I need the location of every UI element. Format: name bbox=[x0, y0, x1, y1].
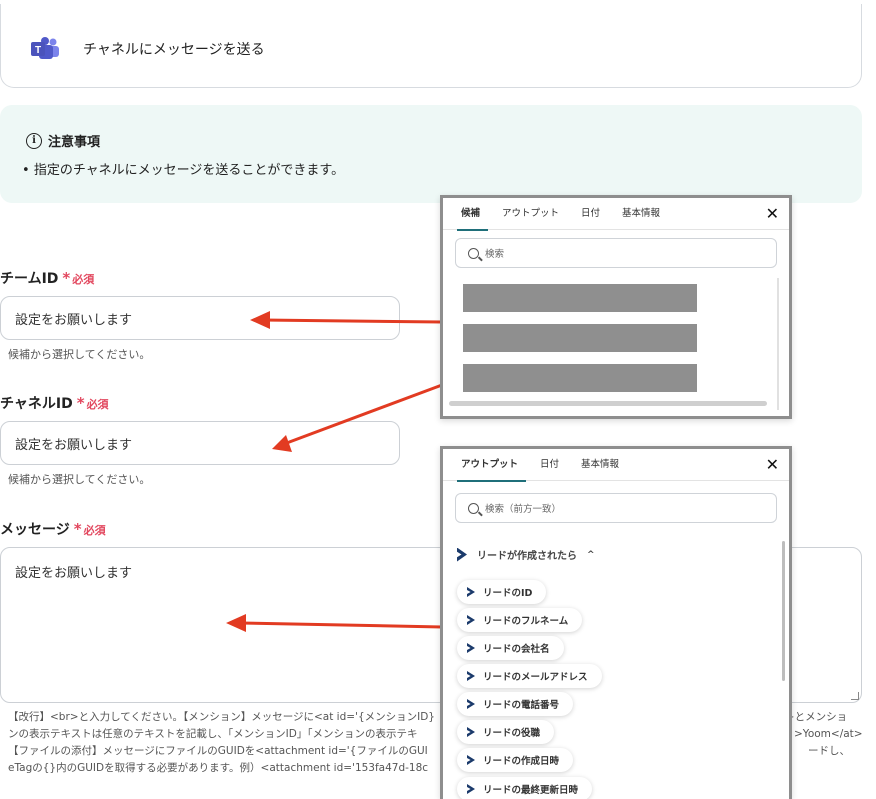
help-line-3: 【ファイルの添付】メッセージにファイルのGUIDを<attachment id=… bbox=[8, 745, 428, 757]
close-icon[interactable]: ✕ bbox=[766, 455, 779, 474]
horizontal-scrollbar[interactable] bbox=[449, 401, 767, 406]
notice-bullet-text: 指定のチャネルにメッセージを送ることができます。 bbox=[33, 163, 345, 178]
tab-date[interactable]: 日付 bbox=[581, 198, 600, 230]
search-input[interactable]: 検索（前方一致） bbox=[455, 493, 777, 523]
dynamics-icon bbox=[457, 547, 467, 562]
chevron-up-icon[interactable]: ^ bbox=[587, 550, 595, 560]
message-label-text: メッセージ bbox=[0, 522, 70, 538]
chip-label: リードの電話番号 bbox=[483, 700, 560, 711]
info-icon: i bbox=[26, 132, 42, 149]
team-id-help: 候補から選択してください。 bbox=[8, 348, 151, 361]
channel-id-input[interactable]: 設定をお願いします bbox=[0, 421, 400, 465]
close-icon[interactable]: ✕ bbox=[766, 204, 779, 223]
notice-title: 注意事項 bbox=[48, 135, 101, 150]
required-badge: 必須 bbox=[83, 524, 106, 537]
output-panel: アウトプット 日付 基本情報 ✕ 検索（前方一致） リードが作成されたら ^ リ… bbox=[440, 446, 792, 799]
chip-label: リードのID bbox=[483, 588, 533, 599]
vertical-scrollbar[interactable] bbox=[782, 541, 785, 681]
output-chip[interactable]: リードの役職 bbox=[457, 720, 555, 744]
chip-label: リードの役職 bbox=[483, 728, 541, 739]
resize-handle-icon[interactable] bbox=[851, 692, 859, 700]
candidate-item[interactable] bbox=[463, 324, 697, 352]
output-chip[interactable]: リードの電話番号 bbox=[457, 692, 574, 716]
tab-basic-info[interactable]: 基本情報 bbox=[581, 449, 619, 481]
search-placeholder: 検索 bbox=[485, 249, 505, 260]
channel-id-placeholder: 設定をお願いします bbox=[15, 438, 133, 453]
teams-logo-icon: T bbox=[31, 37, 59, 59]
chip-label: リードの会社名 bbox=[483, 644, 550, 655]
team-id-label-text: チームID bbox=[0, 271, 59, 287]
message-placeholder: 設定をお願いします bbox=[15, 566, 133, 581]
output-chip[interactable]: リードのフルネーム bbox=[457, 608, 583, 632]
team-id-input[interactable]: 設定をお願いします bbox=[0, 296, 400, 340]
dynamics-icon bbox=[467, 784, 475, 794]
section-title: リードが作成されたら bbox=[477, 551, 577, 562]
channel-id-help: 候補から選択してください。 bbox=[8, 473, 151, 486]
help-line-2-tail: >Yoom</at> bbox=[794, 728, 863, 740]
search-icon bbox=[468, 502, 479, 514]
help-line-2: ンの表示テキストは任意のテキストを記載し、「メンションID」「メンションの表示テ… bbox=[8, 728, 418, 740]
required-star: * bbox=[73, 520, 82, 538]
vertical-scrollbar[interactable] bbox=[777, 278, 779, 410]
dynamics-icon bbox=[467, 671, 475, 681]
tab-output[interactable]: アウトプット bbox=[502, 198, 559, 230]
dynamics-icon bbox=[467, 727, 475, 737]
tab-date[interactable]: 日付 bbox=[540, 449, 559, 481]
candidate-panel: 候補 アウトプット 日付 基本情報 ✕ 検索 bbox=[440, 195, 792, 419]
card-title: チャネルにメッセージを送る bbox=[83, 42, 265, 58]
notice-box: i 注意事項 • 指定のチャネルにメッセージを送ることができます。 bbox=[0, 105, 862, 203]
channel-id-label: チャネルID * 必須 bbox=[0, 393, 109, 413]
dynamics-icon bbox=[467, 755, 475, 765]
tab-candidates[interactable]: 候補 bbox=[456, 198, 489, 231]
team-id-placeholder: 設定をお願いします bbox=[15, 313, 133, 328]
search-placeholder: 検索（前方一致） bbox=[485, 504, 562, 515]
search-icon bbox=[468, 247, 479, 259]
help-line-1: 【改行】<br>と入力してください。【メンション】メッセージに<at id='{… bbox=[8, 711, 435, 723]
dynamics-icon bbox=[467, 699, 475, 709]
candidate-item[interactable] bbox=[463, 284, 697, 312]
channel-id-label-text: チャネルID bbox=[0, 396, 73, 412]
output-chip[interactable]: リードの会社名 bbox=[457, 636, 564, 660]
required-star: * bbox=[76, 394, 85, 412]
chip-label: リードのフルネーム bbox=[483, 616, 569, 627]
output-chip[interactable]: リードの最終更新日時 bbox=[457, 777, 593, 799]
help-line-3-tail: ードし、 bbox=[808, 745, 850, 757]
output-chip[interactable]: リードのメールアドレス bbox=[457, 664, 602, 688]
output-chip[interactable]: リードの作成日時 bbox=[457, 748, 574, 772]
dynamics-icon bbox=[467, 587, 475, 597]
message-label: メッセージ * 必須 bbox=[0, 519, 106, 539]
action-card: T チャネルにメッセージを送る bbox=[0, 4, 862, 88]
chip-label: リードの作成日時 bbox=[483, 756, 560, 767]
required-badge: 必須 bbox=[72, 273, 95, 286]
panel1-tabs: 候補 アウトプット 日付 基本情報 bbox=[443, 198, 789, 231]
search-input[interactable]: 検索 bbox=[455, 238, 777, 268]
help-line-4: eTagの{}内のGUIDを取得する必要があります。例）<attachment … bbox=[8, 762, 429, 774]
chip-label: リードのメールアドレス bbox=[483, 672, 588, 683]
section-trigger-header[interactable]: リードが作成されたら ^ bbox=[457, 547, 595, 562]
output-chip[interactable]: リードのID bbox=[457, 580, 547, 604]
tab-output[interactable]: アウトプット bbox=[456, 449, 527, 482]
panel2-tabs: アウトプット 日付 基本情報 bbox=[443, 449, 789, 482]
dynamics-icon bbox=[467, 643, 475, 653]
notice-heading: i 注意事項 bbox=[26, 131, 100, 150]
chip-label: リードの最終更新日時 bbox=[483, 785, 579, 796]
team-id-label: チームID * 必須 bbox=[0, 268, 94, 288]
tab-basic-info[interactable]: 基本情報 bbox=[622, 198, 660, 230]
candidate-item[interactable] bbox=[463, 364, 697, 392]
help-line-1-tail: }とメンショ bbox=[788, 711, 848, 723]
required-badge: 必須 bbox=[86, 398, 109, 411]
svg-text:T: T bbox=[35, 45, 41, 56]
required-star: * bbox=[62, 269, 71, 287]
dynamics-icon bbox=[467, 615, 475, 625]
notice-bullet: • 指定のチャネルにメッセージを送ることができます。 bbox=[22, 163, 345, 178]
